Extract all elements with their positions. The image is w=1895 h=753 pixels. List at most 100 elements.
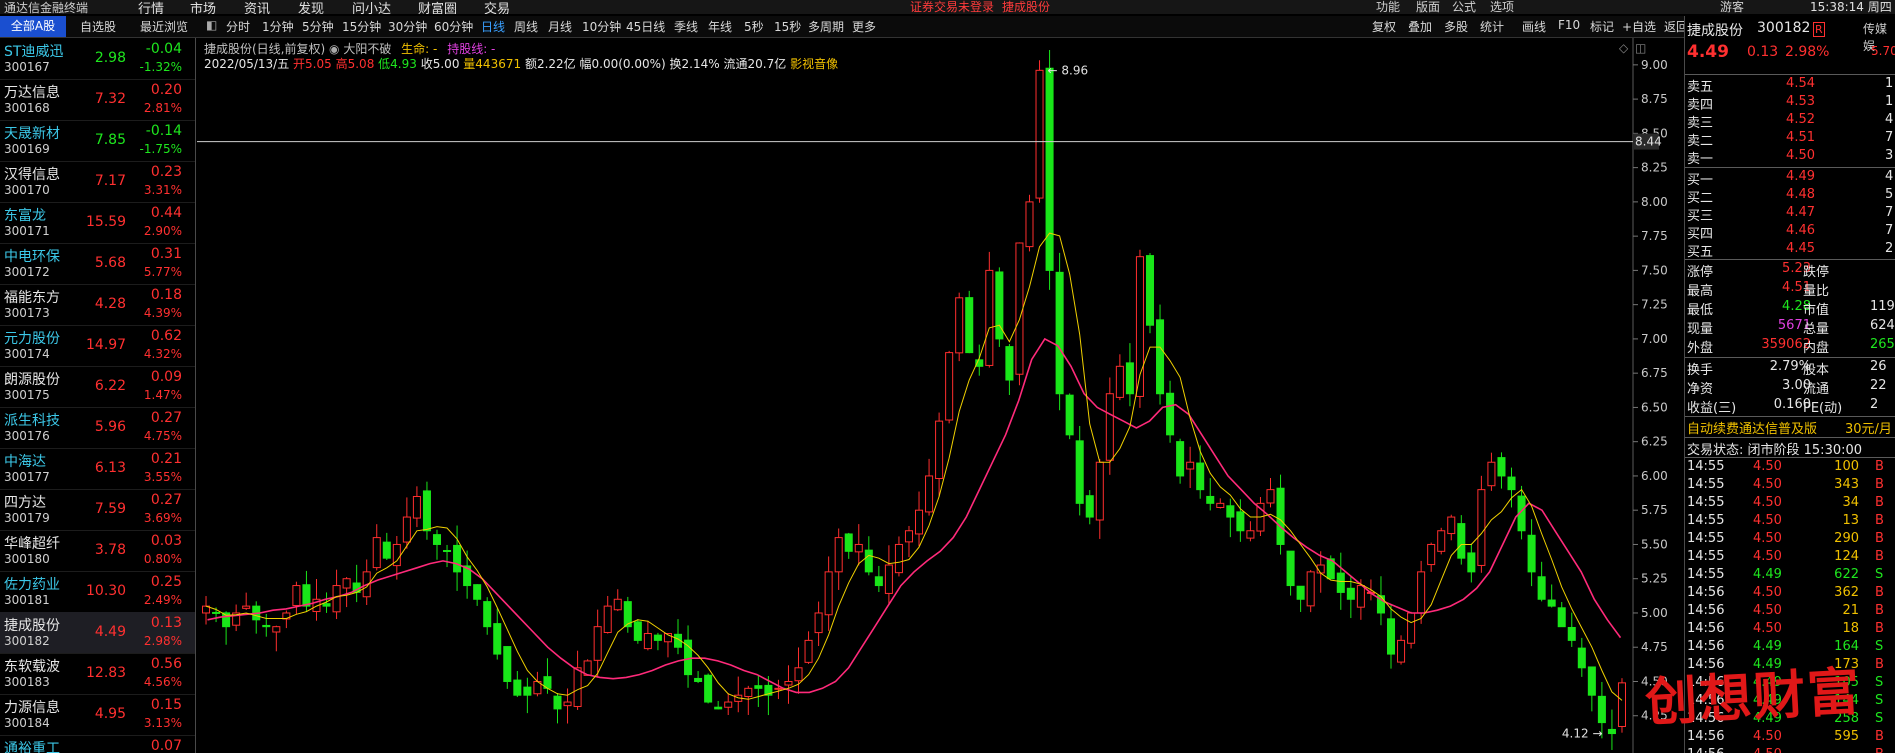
stock-percent: 0.80% — [143, 552, 182, 566]
tool-adjust[interactable]: 复权 — [1372, 18, 1396, 35]
stock-name: 力源信息 — [4, 700, 60, 716]
tool-multistock[interactable]: 多股 — [1444, 18, 1468, 35]
stock-row[interactable]: 捷成股份 300182 4.49 0.13 2.98% — [0, 612, 195, 654]
period-1min[interactable]: 1分钟 — [262, 18, 294, 35]
period-5min[interactable]: 5分钟 — [302, 18, 334, 35]
stock-row[interactable]: 汉得信息 300170 7.17 0.23 3.31% — [0, 161, 195, 203]
stock-row[interactable]: 朗源股份 300175 6.22 0.09 1.47% — [0, 366, 195, 408]
stock-row[interactable]: 中电环保 300172 5.68 0.31 5.77% — [0, 243, 195, 285]
crosshair-price: 8.44 — [1635, 135, 1662, 149]
candle-body — [1507, 476, 1516, 491]
stock-row[interactable]: 天晟新材 300169 7.85 -0.14 -1.75% — [0, 120, 195, 162]
stat2-label-2: 流通 — [1803, 382, 1830, 397]
stock-code: 300169 — [4, 142, 50, 156]
tick-volume: 13 — [1842, 513, 1859, 528]
login-notice[interactable]: 证券交易未登录 — [910, 0, 994, 14]
promo-banner[interactable]: 自动续费通达信普及版 30元/月 — [1685, 418, 1895, 437]
stock-name: ST迪威迅 — [4, 44, 64, 60]
stock-row[interactable]: 四方达 300179 7.59 0.27 3.69% — [0, 489, 195, 531]
tool-mark[interactable]: 标记 — [1590, 18, 1614, 35]
stock-row[interactable]: 中海达 300177 6.13 0.21 3.55% — [0, 448, 195, 490]
user-label[interactable]: 游客 — [1720, 0, 1744, 14]
period-weekly[interactable]: 周线 — [514, 18, 538, 35]
candle-body — [1457, 523, 1466, 559]
menu-market-quotes[interactable]: 行情 — [138, 0, 164, 14]
stock-percent: 2.90% — [143, 224, 182, 238]
stock-row[interactable]: 力源信息 300184 4.95 0.15 3.13% — [0, 694, 195, 736]
tick-row: 14:55 4.49 622 S — [1685, 567, 1895, 585]
candle-body — [1005, 346, 1014, 381]
tab-recent[interactable]: 最近浏览 — [140, 18, 188, 35]
tab-watchlist[interactable]: 自选股 — [80, 18, 116, 35]
tool-add-watch[interactable]: +自选 — [1622, 18, 1656, 35]
candle-body — [1176, 441, 1185, 477]
period-yearly[interactable]: 年线 — [708, 18, 732, 35]
kline-chart[interactable]: 9.008.758.508.258.007.757.507.257.006.75… — [197, 38, 1682, 753]
period-10min[interactable]: 10分钟 — [582, 18, 621, 35]
period-60min[interactable]: 60分钟 — [434, 18, 473, 35]
tool-overlay[interactable]: 叠加 — [1408, 18, 1432, 35]
menu-wealth[interactable]: 财富圈 — [418, 0, 457, 14]
menu-options[interactable]: 选项 — [1490, 0, 1514, 14]
menu-layout[interactable]: 版面 — [1416, 0, 1440, 14]
period-5sec[interactable]: 5秒 — [744, 18, 764, 35]
period-multi[interactable]: 多周期 — [808, 18, 844, 35]
menu-discover[interactable]: 发现 — [298, 0, 324, 14]
bid-price: 4.47 — [1786, 205, 1815, 220]
stock-row[interactable]: 东富龙 300171 15.59 0.44 2.90% — [0, 202, 195, 244]
stock-row[interactable]: 元力股份 300174 14.97 0.62 4.32% — [0, 325, 195, 367]
period-15sec[interactable]: 15秒 — [774, 18, 801, 35]
period-monthly[interactable]: 月线 — [548, 18, 572, 35]
tick-price: 4.50 — [1753, 621, 1782, 636]
tick-time: 14:55 — [1687, 495, 1725, 510]
stock-row[interactable]: 万达信息 300168 7.32 0.20 2.81% — [0, 79, 195, 121]
y-tick-label: 9.00 — [1641, 58, 1668, 72]
candle-body — [1065, 394, 1074, 436]
tool-stats[interactable]: 统计 — [1480, 18, 1504, 35]
candle-body — [1597, 695, 1606, 724]
tick-row: 14:56 4.50 362 B — [1685, 585, 1895, 603]
collapse-list-icon[interactable]: ◧ — [206, 18, 217, 32]
ask-price: 4.50 — [1786, 148, 1815, 163]
menu-formula[interactable]: 公式 — [1452, 0, 1476, 14]
period-more[interactable]: 更多 — [852, 18, 876, 35]
period-quarterly[interactable]: 季线 — [674, 18, 698, 35]
bid-volume: 5 — [1885, 187, 1894, 202]
tick-row: 14:55 4.50 343 B — [1685, 477, 1895, 495]
menu-market[interactable]: 市场 — [190, 0, 216, 14]
stock-row[interactable]: 通裕重工 0.07 — [0, 735, 195, 753]
tool-draw[interactable]: 画线 — [1522, 18, 1546, 35]
tick-side: S — [1875, 567, 1884, 582]
tick-side: B — [1875, 495, 1884, 510]
period-timeshare[interactable]: 分时 — [226, 18, 250, 35]
period-45day[interactable]: 45日线 — [626, 18, 665, 35]
stock-row[interactable]: 东软载波 300183 12.83 0.56 4.56% — [0, 653, 195, 695]
stock-row[interactable]: ST迪威迅 300167 2.98 -0.04 -1.32% — [0, 38, 195, 80]
menu-trade[interactable]: 交易 — [484, 0, 510, 14]
stock-row[interactable]: 华峰超纤 300180 3.78 0.03 0.80% — [0, 530, 195, 572]
toolbar: 全部A股 自选股 最近浏览 ◧ 分时 1分钟 5分钟 15分钟 30分钟 60分… — [0, 16, 1895, 38]
stock-row[interactable]: 派生科技 300176 5.96 0.27 4.75% — [0, 407, 195, 449]
tick-side: B — [1875, 729, 1884, 744]
stock-row[interactable]: 佐力药业 300181 10.30 0.25 2.49% — [0, 571, 195, 613]
period-daily[interactable]: 日线 — [481, 18, 505, 35]
tab-all-a-shares[interactable]: 全部A股 — [0, 16, 66, 37]
y-tick-label: 8.25 — [1641, 161, 1668, 175]
ohlc-sector[interactable]: 影视音像 — [790, 57, 838, 71]
menu-news[interactable]: 资讯 — [244, 0, 270, 14]
candle-body — [744, 687, 753, 697]
stock-name: 佐力药业 — [4, 577, 60, 593]
stat2-value: 3.00 — [1782, 378, 1811, 393]
stat2-label-2: 股本 — [1803, 363, 1830, 378]
bid-label: 买一 — [1687, 173, 1714, 188]
candle-body — [1557, 607, 1566, 628]
period-30min[interactable]: 30分钟 — [388, 18, 427, 35]
candle-body — [1437, 530, 1446, 552]
y-tick-label: 5.75 — [1641, 503, 1668, 517]
period-15min[interactable]: 15分钟 — [342, 18, 381, 35]
tool-f10[interactable]: F10 — [1558, 18, 1580, 32]
stock-row[interactable]: 福能东方 300173 4.28 0.18 4.39% — [0, 284, 195, 326]
menu-function[interactable]: 功能 — [1376, 0, 1400, 14]
stock-code: 300175 — [4, 388, 50, 402]
menu-ask[interactable]: 问小达 — [352, 0, 391, 14]
